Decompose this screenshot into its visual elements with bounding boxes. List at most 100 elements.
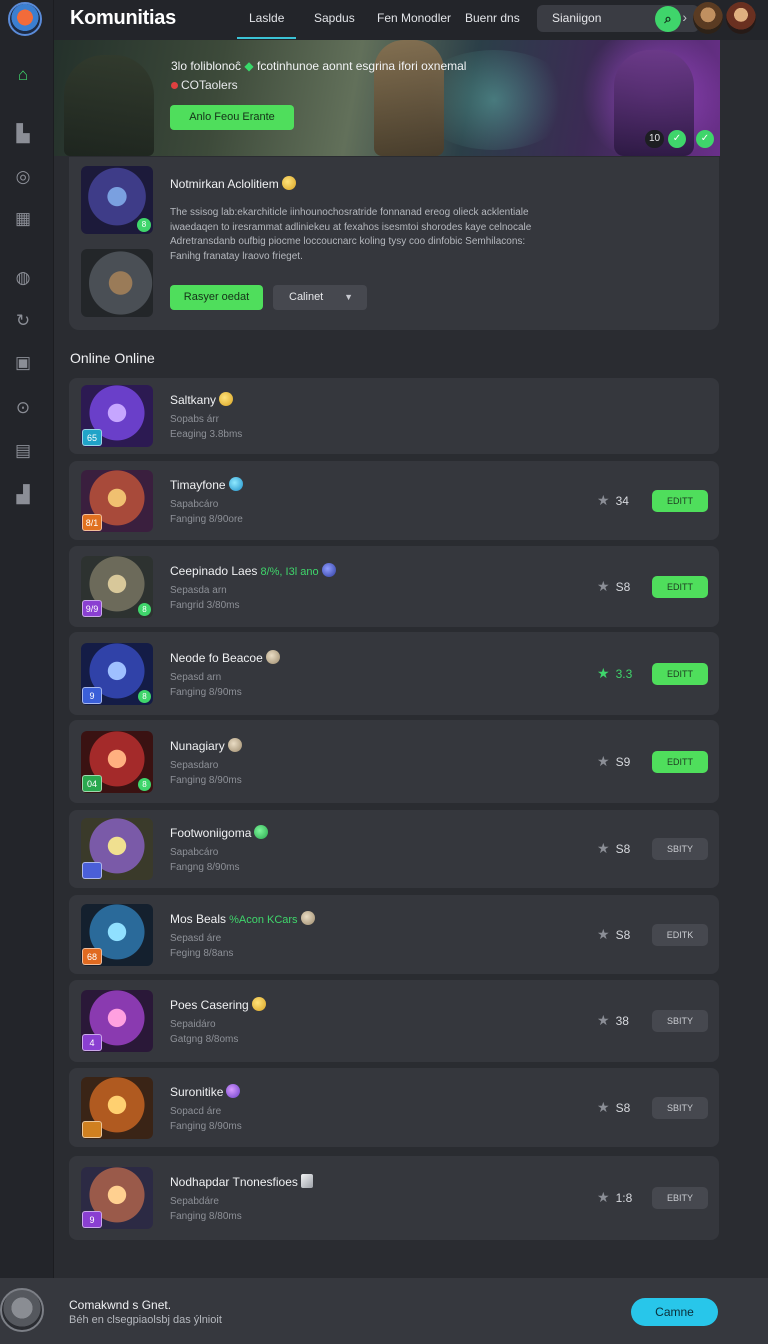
list-item[interactable]: 4 Poes Casering Sepaidáro Gatgng 8/8oms ★ 38 S… xyxy=(69,980,719,1062)
item-rating-value: S8 xyxy=(615,928,631,942)
status-emoji-icon xyxy=(228,477,243,491)
item-thumbnail[interactable]: 98 xyxy=(81,643,153,705)
footer-subtitle: Béh en clsegpiaolsbj das ýlnioit xyxy=(69,1314,222,1326)
list-item[interactable]: Footwoniigoma Sapabcáro Fangng 8/90ms ★ S8 SB… xyxy=(69,810,719,888)
item-name-text: Mos Beals xyxy=(170,912,227,926)
item-thumbnail[interactable]: 04 8 xyxy=(81,731,153,793)
level-badge: 9 xyxy=(82,687,102,704)
nav-tab-3[interactable]: Fen Monodler xyxy=(377,11,451,25)
item-thumbnail[interactable] xyxy=(81,818,153,880)
grid-icon[interactable]: ▦ xyxy=(12,208,34,230)
item-rating: ★ 38 xyxy=(597,1012,629,1029)
list-item[interactable]: 65 Saltkany Sopabs árr Eeaging 3.8bms xyxy=(69,378,719,454)
item-action-button[interactable]: EDITK xyxy=(652,924,708,946)
feature-thumbnail[interactable]: 8 xyxy=(81,166,153,234)
feature-description: The ssisog lab:ekarchiticle iinhounochos… xyxy=(170,207,532,262)
item-action-button[interactable]: EBITY xyxy=(652,1187,708,1209)
primary-button[interactable]: Rasyer oedat xyxy=(170,285,263,310)
dropdown-button[interactable]: Calinet ▼ xyxy=(273,285,367,310)
check-icon: ✓ xyxy=(668,130,686,148)
brand-title: Komunitias xyxy=(70,7,176,29)
item-meta-line-2: Feging 8/8ans xyxy=(170,948,234,959)
item-meta-line-1: Sepasdaro xyxy=(170,760,219,771)
item-thumbnail[interactable] xyxy=(81,1077,153,1139)
chevron-right-icon: › xyxy=(682,9,687,25)
level-badge: 04 xyxy=(82,775,102,792)
item-meta: Sapabcáro Fangng 8/90ms xyxy=(170,845,240,875)
item-name-text: Ceepinado Laes xyxy=(170,564,258,578)
status-emoji-icon xyxy=(251,997,266,1011)
item-thumbnail[interactable]: 4 xyxy=(81,990,153,1052)
level-badge: 9/9 xyxy=(82,600,102,617)
search-button[interactable]: ⌕ xyxy=(655,6,681,32)
status-emoji-icon xyxy=(254,825,269,839)
footer-bar: Comakwnd s Gnet. Béh en clsegpiaolsbj da… xyxy=(0,1278,768,1344)
list-item[interactable]: 9/9 8 Ceepinado Laes 8/%, I3l ano Sepasda a… xyxy=(69,546,719,627)
item-rating-value: S9 xyxy=(615,755,631,769)
level-badge: 4 xyxy=(82,1034,102,1051)
item-action-button[interactable]: EDITT xyxy=(652,490,708,512)
nav-tab-1[interactable]: Laslde xyxy=(236,11,297,39)
hero-title-tail: fcotinhunoe aonnt esgrina ifori oxnemal xyxy=(256,59,467,73)
compass-icon[interactable]: ◎ xyxy=(12,166,34,188)
store-icon[interactable]: ▙ xyxy=(12,123,34,145)
hero-cta-button[interactable]: Anlo Feou Erante xyxy=(170,105,294,130)
list-item[interactable]: Suronitike Sopacd áre Fanging 8/90ms ★ S8 SBI… xyxy=(69,1068,719,1147)
item-action-button[interactable]: EDITT xyxy=(652,751,708,773)
star-icon: ★ xyxy=(597,926,610,942)
list-item[interactable]: 68 Mos Beals %Acon KCars Sepasd áre Feging … xyxy=(69,895,719,974)
item-name: Footwoniigoma xyxy=(170,825,269,840)
smile-icon xyxy=(281,176,296,190)
list-item[interactable]: 8/1 Timayfone Sapabcáro Fanging 8/90ore ★ 34 E… xyxy=(69,461,719,540)
status-emoji-icon xyxy=(265,650,280,664)
search-icon[interactable]: ⊙ xyxy=(12,397,34,419)
layout-icon[interactable]: ▤ xyxy=(12,440,34,462)
item-rating: ★ S8 xyxy=(597,926,630,943)
item-name-text: Neode fo Beacoe xyxy=(170,651,263,665)
item-name-text: Nodhapdar Tnonesfioes xyxy=(170,1175,298,1189)
top-bar: Komunitias Laslde Sapdus Fen Monodler Bu… xyxy=(54,0,768,40)
item-name: Nodhapdar Tnonesfioes xyxy=(170,1174,313,1189)
item-action-button[interactable]: SBITY xyxy=(652,1097,708,1119)
nav-tab-2[interactable]: Sapdus xyxy=(314,11,355,25)
list-item[interactable]: 9 8 Neode fo Beacoe Sepasd arn Fanging 8/90m… xyxy=(69,632,719,715)
item-thumbnail[interactable]: 68 xyxy=(81,904,153,966)
avatar[interactable] xyxy=(693,2,723,34)
lock-icon[interactable]: ▣ xyxy=(12,352,34,374)
chart-icon[interactable]: ▟ xyxy=(12,484,34,506)
chevron-down-icon: ▼ xyxy=(344,292,353,302)
item-thumbnail[interactable]: 8/1 xyxy=(81,470,153,532)
feature-thumbnail-secondary[interactable] xyxy=(81,249,153,317)
item-rating: ★ S8 xyxy=(597,578,630,595)
list-item[interactable]: 9 Nodhapdar Tnonesfioes Sepabdáre Fanging 8… xyxy=(69,1156,719,1240)
item-action-button[interactable]: EDITT xyxy=(652,576,708,598)
list-item[interactable]: 04 8 Nunagiary Sepasdaro Fanging 8/90ms ★ S9 ED… xyxy=(69,720,719,803)
item-thumbnail[interactable]: 65 xyxy=(81,385,153,447)
hero-count-badge: 10 xyxy=(645,130,665,148)
item-thumbnail[interactable]: 9 xyxy=(81,1167,153,1229)
item-meta-line-1: Sepasd áre xyxy=(170,933,222,944)
star-icon: ★ xyxy=(597,1099,610,1115)
item-action-button[interactable]: EDITT xyxy=(652,663,708,685)
avatar-secondary[interactable] xyxy=(726,2,756,34)
level-badge: 65 xyxy=(82,429,102,446)
item-name: Mos Beals %Acon KCars xyxy=(170,911,315,926)
item-meta-line-2: Fanging 8/80ms xyxy=(170,1211,242,1222)
footer-avatar[interactable] xyxy=(0,1288,44,1332)
item-name: Timayfone xyxy=(170,477,243,492)
footer-action-button[interactable]: Camne xyxy=(631,1298,718,1326)
item-thumbnail[interactable]: 9/9 8 xyxy=(81,556,153,618)
globe-icon[interactable]: ◍ xyxy=(12,267,34,289)
item-action-button[interactable]: SBITY xyxy=(652,1010,708,1032)
app-logo[interactable] xyxy=(8,2,42,36)
item-meta: Sepasd arn Fanging 8/90ms xyxy=(170,670,242,700)
item-name: Suronitike xyxy=(170,1084,241,1099)
home-icon[interactable]: ⌂ xyxy=(12,64,34,86)
refresh-icon[interactable]: ↻ xyxy=(12,310,34,332)
item-meta: Sepabdáre Fanging 8/80ms xyxy=(170,1194,242,1224)
item-meta-line-1: Sepasda arn xyxy=(170,585,227,596)
nav-tab-4[interactable]: Buenr dns xyxy=(465,11,520,25)
item-meta-line-2: Eeaging 3.8bms xyxy=(170,429,243,440)
item-rating: ★ S8 xyxy=(597,840,630,857)
item-action-button[interactable]: SBITY xyxy=(652,838,708,860)
